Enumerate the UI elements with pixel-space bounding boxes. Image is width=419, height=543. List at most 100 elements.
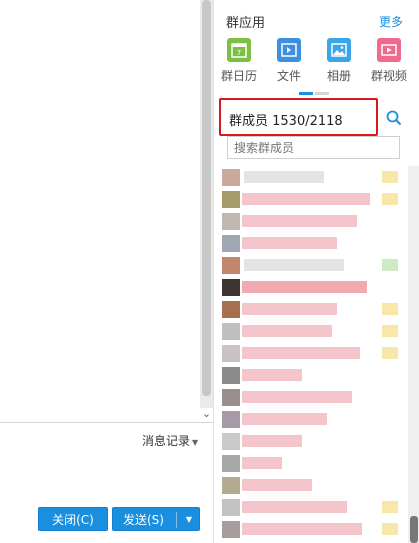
app-group-video[interactable]: 群视频 <box>367 38 411 84</box>
send-options-dropdown-icon[interactable]: ▼ <box>179 508 199 532</box>
member-search-input[interactable] <box>227 136 400 159</box>
app-label: 群视频 <box>370 69 407 83</box>
caret-down-icon: ▼ <box>192 438 199 447</box>
avatar <box>222 345 240 362</box>
photo-album-icon <box>327 38 351 62</box>
avatar <box>222 433 240 450</box>
list-item[interactable] <box>214 210 419 232</box>
message-history-button[interactable]: 消息记录 ▼ <box>142 432 198 449</box>
avatar <box>222 521 240 538</box>
member-name <box>242 325 332 337</box>
avatar <box>222 389 240 406</box>
app-files[interactable]: 文件 <box>267 38 311 84</box>
avatar <box>222 235 240 252</box>
member-badge <box>382 391 398 403</box>
group-apps-title: 群应用 <box>226 16 266 31</box>
send-button-divider <box>176 512 177 528</box>
member-badge <box>382 523 398 535</box>
calendar-icon: 7 <box>227 38 251 62</box>
message-scrollbar[interactable] <box>200 0 213 408</box>
avatar <box>222 367 240 384</box>
list-item[interactable] <box>214 518 419 540</box>
close-button[interactable]: 关闭(C) <box>38 507 108 531</box>
member-list <box>214 166 419 543</box>
member-name <box>242 369 302 381</box>
member-name <box>242 303 337 315</box>
member-badge <box>382 193 398 205</box>
avatar <box>222 301 240 318</box>
list-item[interactable] <box>214 474 419 496</box>
member-badge <box>382 281 398 293</box>
list-item[interactable] <box>214 408 419 430</box>
member-badge <box>382 413 398 425</box>
more-apps-link[interactable]: 更多 <box>379 13 403 30</box>
close-button-label: 关闭(C) <box>52 513 94 527</box>
member-name <box>242 523 362 535</box>
app-label: 文件 <box>276 69 301 83</box>
list-item[interactable] <box>214 386 419 408</box>
member-name <box>242 237 337 249</box>
member-list-scrollbar-thumb[interactable] <box>410 516 418 543</box>
avatar <box>222 455 240 472</box>
member-badge <box>382 435 398 447</box>
list-item[interactable] <box>214 276 419 298</box>
list-item[interactable] <box>214 188 419 210</box>
member-count-header: 群成员 1530/2118 <box>219 98 378 136</box>
member-name <box>242 457 282 469</box>
member-name <box>242 413 327 425</box>
avatar <box>222 323 240 340</box>
avatar <box>222 279 240 296</box>
member-badge <box>382 259 398 271</box>
avatar <box>222 169 240 186</box>
member-badge <box>382 237 398 249</box>
svg-text:7: 7 <box>237 49 241 57</box>
group-side-panel: 群应用 更多 7 群日历 文件 相册 群视频 群成员 1530/2118 <box>213 0 419 543</box>
list-item[interactable] <box>214 232 419 254</box>
list-item[interactable] <box>214 342 419 364</box>
list-item[interactable] <box>214 430 419 452</box>
list-item[interactable] <box>214 452 419 474</box>
member-badge <box>382 369 398 381</box>
member-name <box>242 347 360 359</box>
member-badge <box>382 171 398 183</box>
member-name <box>242 193 370 205</box>
member-name <box>244 171 324 183</box>
member-name <box>242 281 367 293</box>
video-icon <box>377 38 401 62</box>
list-item[interactable] <box>214 320 419 342</box>
member-badge <box>382 325 398 337</box>
member-name <box>242 479 312 491</box>
member-list-scrollbar[interactable] <box>408 166 419 543</box>
list-item[interactable] <box>214 496 419 518</box>
member-badge <box>382 347 398 359</box>
app-group-calendar[interactable]: 7 群日历 <box>217 38 261 84</box>
list-item[interactable] <box>214 298 419 320</box>
message-area[interactable] <box>0 0 213 422</box>
app-label: 相册 <box>326 69 351 83</box>
member-count-label: 群成员 1530/2118 <box>229 114 343 129</box>
apps-page-indicator[interactable] <box>315 92 329 95</box>
member-name <box>242 215 357 227</box>
chat-pane: ⌄ 消息记录 ▼ 关闭(C) 发送(S) ▼ <box>0 0 213 543</box>
app-label: 群日历 <box>220 69 257 83</box>
app-photo-album[interactable]: 相册 <box>317 38 361 84</box>
search-icon[interactable] <box>386 110 402 126</box>
member-name <box>242 435 302 447</box>
member-badge <box>382 457 398 469</box>
avatar <box>222 499 240 516</box>
message-scrollbar-thumb[interactable] <box>202 0 211 396</box>
send-button[interactable]: 发送(S) ▼ <box>112 507 200 531</box>
apps-page-indicator-active[interactable] <box>299 92 313 95</box>
member-name <box>242 501 347 513</box>
member-badge <box>382 479 398 491</box>
avatar <box>222 257 240 274</box>
chevron-down-icon[interactable]: ⌄ <box>200 408 213 420</box>
member-badge <box>382 501 398 513</box>
file-icon <box>277 38 301 62</box>
member-name <box>242 391 352 403</box>
avatar <box>222 191 240 208</box>
avatar <box>222 411 240 428</box>
list-item[interactable] <box>214 166 419 188</box>
list-item[interactable] <box>214 254 419 276</box>
list-item[interactable] <box>214 364 419 386</box>
